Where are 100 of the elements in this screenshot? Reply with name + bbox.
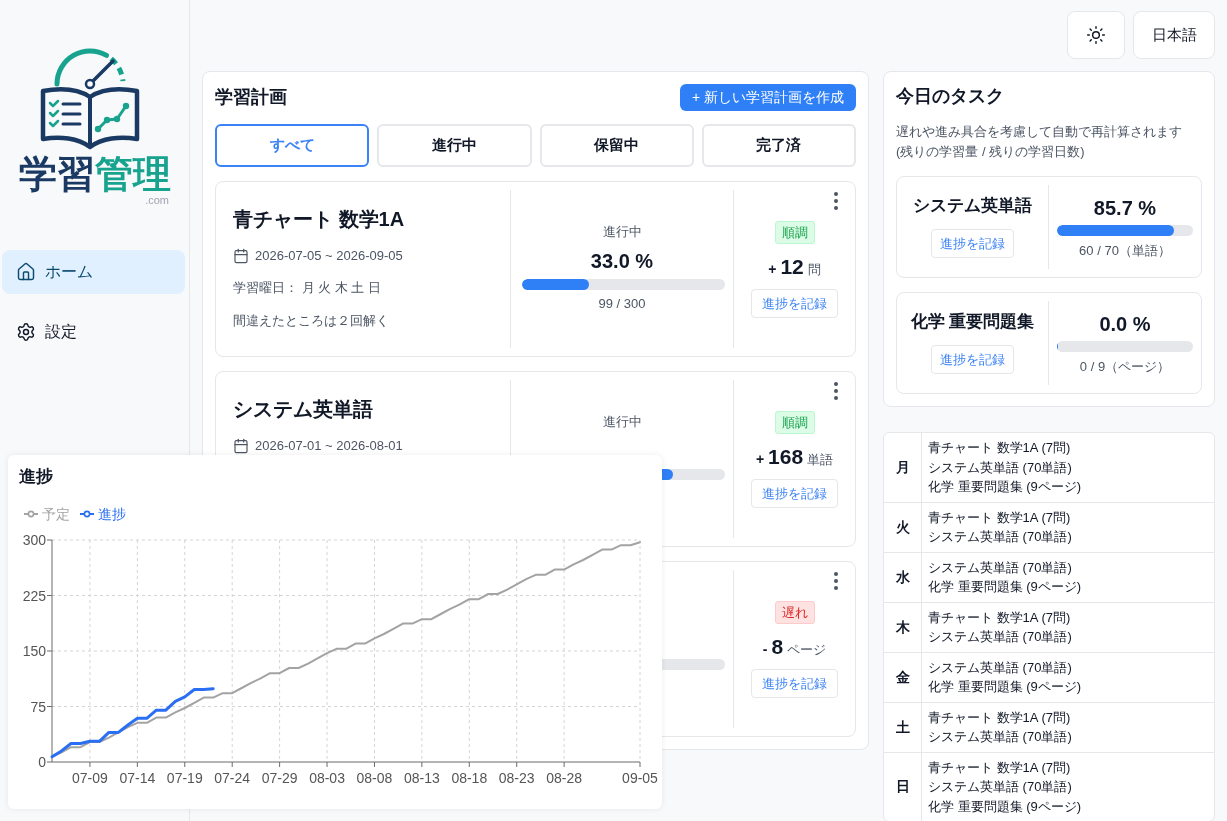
panel-title: 今日のタスク	[896, 85, 1005, 108]
logo-domain: .com	[145, 194, 169, 206]
x-axis-label: 07-09	[72, 770, 108, 786]
filter-tab[interactable]: 保留中	[539, 124, 694, 167]
schedule-item: 青チャート 数学1A (7問)	[928, 439, 1071, 457]
chart-title: 進捗	[19, 466, 53, 488]
logo-text: 管理	[94, 154, 171, 194]
progress-count: 60 / 70（単語）	[1079, 242, 1171, 260]
sun-icon	[1086, 25, 1106, 45]
schedule-item: 化学 重要問題集 (9ページ)	[928, 578, 1082, 596]
legend-marker-icon	[80, 510, 94, 518]
nav-item[interactable]: ホーム	[2, 250, 185, 294]
filter-tab[interactable]: 完了済	[701, 124, 856, 167]
progress-percent: 0.0 %	[1099, 312, 1151, 337]
legend-label: 進捗	[98, 505, 126, 524]
x-axis-label: 09-05	[622, 770, 658, 786]
plan-period: 2026-07-05 ~ 2026-09-05	[255, 248, 403, 264]
delta-amount: 8	[771, 634, 784, 660]
day-cell: 木	[884, 602, 922, 652]
progress-count: 99 / 300	[598, 295, 646, 313]
x-axis-label: 08-03	[309, 770, 345, 786]
schedule-item: 化学 重要問題集 (9ページ)	[928, 797, 1082, 816]
delta-amount: 12	[780, 254, 804, 280]
more-options-icon[interactable]	[834, 572, 838, 590]
delta-amount: 168	[768, 444, 804, 470]
more-options-icon[interactable]	[834, 192, 838, 210]
legend-label: 予定	[42, 505, 70, 524]
status-badge: 順調	[774, 221, 815, 244]
delta-sign: +	[755, 450, 765, 469]
day-cell: 土	[884, 702, 922, 752]
logo-text: 学習	[18, 154, 95, 194]
gear-icon	[16, 322, 36, 342]
filter-tab[interactable]: 進行中	[377, 124, 532, 167]
study-days-text: 学習曜日： 月 火 木 土 日	[233, 279, 382, 297]
x-axis-label: 08-18	[451, 770, 488, 786]
schedule-item: 青チャート 数学1A (7問)	[928, 708, 1071, 727]
progress-percent: 85.7 %	[1093, 196, 1157, 221]
plan-note: 間違えたところは２回解く	[233, 312, 389, 330]
record-progress-button[interactable]: 進捗を記録	[931, 345, 1014, 374]
schedule-item: システム英単語 (70単語)	[928, 458, 1072, 477]
calendar-icon	[233, 438, 249, 454]
plan-period: 2026-07-01 ~ 2026-08-01	[255, 438, 403, 454]
nav-item[interactable]: 設定	[2, 310, 185, 354]
day-cell: 水	[884, 552, 922, 602]
schedule-item: システム英単語 (70単語)	[928, 558, 1072, 577]
day-cell: 金	[884, 652, 922, 702]
delta-unit: 問	[807, 261, 821, 279]
task-name: システム英単語	[913, 195, 1032, 217]
delta-unit: 単語	[807, 451, 834, 469]
x-axis-label: 08-08	[356, 770, 393, 786]
plan-status: 進行中	[602, 413, 642, 431]
progress-percent: 33.0 %	[590, 249, 654, 274]
x-axis-label: 08-28	[546, 770, 583, 786]
schedule-item: システム英単語 (70単語)	[928, 528, 1072, 546]
y-axis-label: 75	[30, 698, 46, 715]
plan-title: 青チャート 数学1A	[233, 207, 405, 232]
schedule-item: システム英単語 (70単語)	[928, 778, 1072, 796]
language-button[interactable]: 日本語	[1133, 11, 1215, 59]
theme-toggle-button[interactable]	[1067, 11, 1125, 59]
plan-title: システム英単語	[233, 397, 373, 422]
schedule-item: 青チャート 数学1A (7問)	[928, 508, 1071, 527]
record-progress-button[interactable]: 進捗を記録	[751, 289, 838, 318]
record-progress-button[interactable]: 進捗を記録	[751, 479, 838, 508]
day-cell: 月	[884, 433, 922, 502]
progress-count: 0 / 9（ページ）	[1079, 358, 1171, 376]
calendar-icon	[233, 248, 249, 264]
schedule-item: 化学 重要問題集 (9ページ)	[928, 678, 1082, 696]
create-plan-button[interactable]: + 新しい学習計画を作成	[679, 83, 856, 111]
delta-unit: ページ	[787, 641, 827, 659]
delta-sign: +	[768, 260, 777, 279]
day-cell: 日	[884, 752, 922, 821]
task-description: (残りの学習量 / 残りの学習日数)	[896, 143, 1086, 161]
day-cell: 火	[884, 502, 922, 552]
x-axis-label: 07-14	[119, 770, 156, 786]
record-progress-button[interactable]: 進捗を記録	[931, 229, 1014, 258]
x-axis-label: 07-24	[214, 770, 251, 786]
schedule-item: 青チャート 数学1A (7問)	[928, 608, 1071, 627]
y-axis-label: 225	[22, 587, 46, 604]
legend-marker-icon	[24, 510, 38, 518]
panel-title: 学習計画	[215, 86, 287, 109]
house-icon	[16, 262, 36, 282]
y-axis-label: 0	[38, 754, 46, 770]
schedule-item: 青チャート 数学1A (7問)	[928, 758, 1071, 777]
y-axis-label: 150	[22, 643, 46, 659]
delta-sign: -	[762, 640, 768, 659]
status-badge: 遅れ	[774, 601, 815, 624]
filter-tab[interactable]: すべて	[215, 124, 370, 167]
more-options-icon[interactable]	[834, 382, 838, 400]
record-progress-button[interactable]: 進捗を記録	[751, 669, 838, 698]
task-description: 遅れや進み具合を考慮して自動で再計算されます	[896, 123, 1183, 141]
schedule-item: 化学 重要問題集 (9ページ)	[928, 478, 1082, 496]
x-axis-label: 08-23	[498, 770, 535, 786]
task-name: 化学 重要問題集	[910, 311, 1035, 333]
y-axis-label: 300	[22, 532, 46, 548]
x-axis-label: 08-13	[403, 770, 440, 786]
x-axis-label: 07-29	[261, 770, 298, 786]
status-badge: 順調	[774, 411, 815, 434]
plan-status: 進行中	[602, 223, 642, 241]
schedule-item: システム英単語 (70単語)	[928, 728, 1072, 746]
schedule-item: システム英単語 (70単語)	[928, 658, 1072, 677]
